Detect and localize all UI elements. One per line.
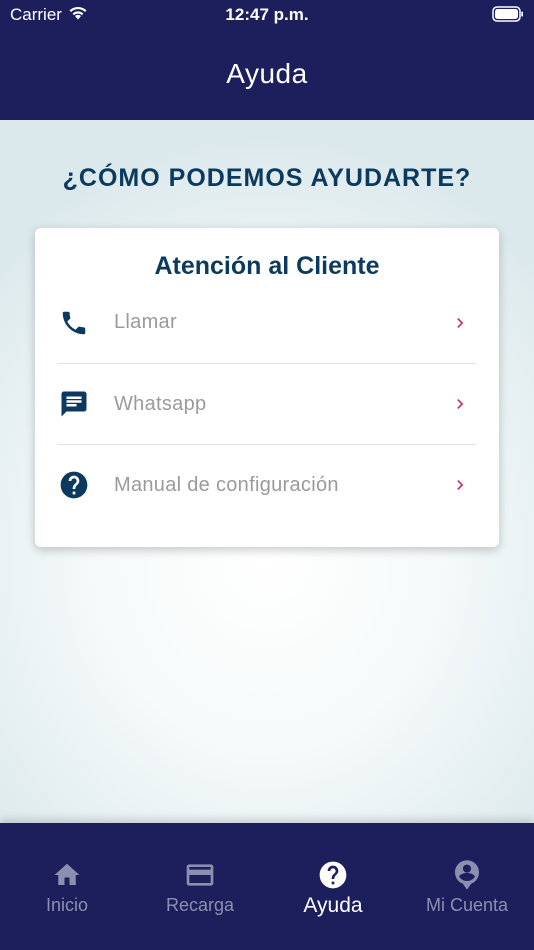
battery-icon <box>492 6 524 27</box>
chat-icon <box>58 388 90 420</box>
status-bar: Carrier 12:47 p.m. <box>0 0 534 30</box>
tab-recarga[interactable]: Recarga <box>133 859 267 919</box>
help-heading: ¿CÓMO PODEMOS AYUDARTE? <box>62 164 472 192</box>
home-icon <box>51 859 83 891</box>
tab-inicio[interactable]: Inicio <box>0 859 134 919</box>
page-title: Ayuda <box>226 58 308 89</box>
tab-label: Recarga <box>165 895 235 915</box>
tab-ayuda[interactable]: Ayuda <box>266 859 400 919</box>
main-content: ¿CÓMO PODEMOS AYUDARTE? Atención al Clie… <box>0 120 534 823</box>
customer-service-card: Atención al Cliente Llamar Whatsapp Manu… <box>35 228 499 547</box>
tab-mi-cuenta[interactable]: Mi Cuenta <box>400 859 534 919</box>
whatsapp-row[interactable]: Whatsapp <box>58 363 476 444</box>
tab-label: Ayuda <box>303 894 363 917</box>
call-row[interactable]: Llamar <box>58 282 476 363</box>
manual-label: Manual de configuración <box>114 473 339 496</box>
tab-label: Mi Cuenta <box>425 895 509 915</box>
chevron-right-icon <box>448 311 472 335</box>
status-time: 12:47 p.m. <box>225 5 309 24</box>
chevron-right-icon <box>448 392 472 416</box>
phone-icon <box>58 307 90 339</box>
manual-row[interactable]: Manual de configuración <box>58 444 476 525</box>
chevron-right-icon <box>448 473 472 497</box>
account-icon <box>451 859 483 891</box>
tab-label: Inicio <box>45 895 89 915</box>
help-circle-icon <box>317 859 349 891</box>
credit-card-icon <box>184 859 216 891</box>
help-circle-icon <box>58 469 90 501</box>
call-label: Llamar <box>114 311 177 333</box>
app-header: Carrier 12:47 p.m. Ayuda <box>0 0 534 120</box>
bottom-tab-bar: Inicio Recarga Ayuda Mi Cuenta <box>0 823 534 950</box>
card-title: Atención al Cliente <box>154 252 380 280</box>
whatsapp-label: Whatsapp <box>114 392 207 415</box>
